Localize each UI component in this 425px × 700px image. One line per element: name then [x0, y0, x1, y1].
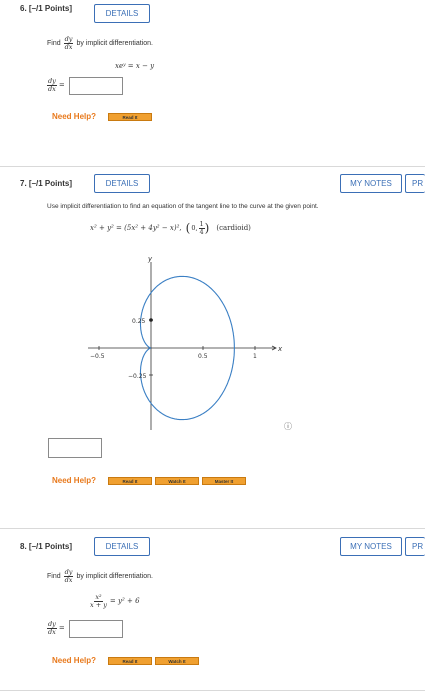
q8-method-label: by implicit differentiation. [76, 572, 153, 580]
q8-points: [–/1 Points] [28, 542, 73, 551]
q7-watch-it-button[interactable]: Watch It [155, 477, 199, 485]
info-icon[interactable]: ⓘ [284, 422, 292, 431]
q8-header: 8. [–/1 Points] [20, 537, 88, 551]
q8-answer-label: dy dx = [47, 621, 65, 635]
q7-cardioid-graph: y x −0.5 0.5 1 0.25 −0.25 ⓘ [88, 255, 292, 431]
divider-bottom [0, 690, 425, 691]
q8-lhs-den: x + y [90, 600, 107, 609]
q8-lhs-fraction: x² x + y [90, 594, 107, 608]
q8-equals: = [58, 624, 65, 632]
x-axis-label: x [277, 345, 283, 353]
q8-equation: x² x + y = y² + 6 [90, 594, 140, 608]
q8-number-points: 8. [–/1 Points] [20, 542, 88, 551]
q8-read-it-button[interactable]: Read It [108, 657, 152, 665]
q7-master-it-button[interactable]: Master It [202, 477, 246, 485]
q8-my-notes-button[interactable]: MY NOTES [340, 537, 402, 556]
x-tick-label-05: 0.5 [198, 353, 208, 360]
q7-read-it-button[interactable]: Read It [108, 477, 152, 485]
q8-answer-input[interactable] [69, 620, 123, 638]
q8-number: 8. [20, 542, 27, 551]
q7-answer-input[interactable] [48, 438, 102, 458]
y-tick-label-025: 0.25 [132, 318, 146, 325]
x-tick-label-neg05: −0.5 [90, 353, 105, 360]
y-tick-label-neg025: −0.25 [128, 373, 147, 380]
q8-answer-dx: dx [48, 627, 56, 636]
q7-need-help-label: Need Help? [52, 476, 97, 485]
q8-rhs: = y² + 6 [109, 597, 140, 605]
q8-prompt: Find dy dx by implicit differentiation. [47, 569, 153, 583]
q8-dx: dx [64, 575, 73, 584]
q8-watch-it-button[interactable]: Watch It [155, 657, 199, 665]
q8-find-label: Find [47, 572, 61, 580]
q8-need-help-label: Need Help? [52, 656, 97, 665]
tangent-point-marker [149, 318, 153, 322]
y-axis-label: y [147, 255, 153, 263]
divider-7-8 [0, 528, 425, 529]
q8-answer-fraction: dy dx [47, 621, 57, 635]
x-tick-label-1: 1 [253, 353, 257, 360]
q8-details-button[interactable]: DETAILS [94, 537, 150, 556]
q8-partial-button[interactable]: PR [405, 537, 425, 556]
q8-dydx-fraction: dy dx [63, 569, 74, 584]
